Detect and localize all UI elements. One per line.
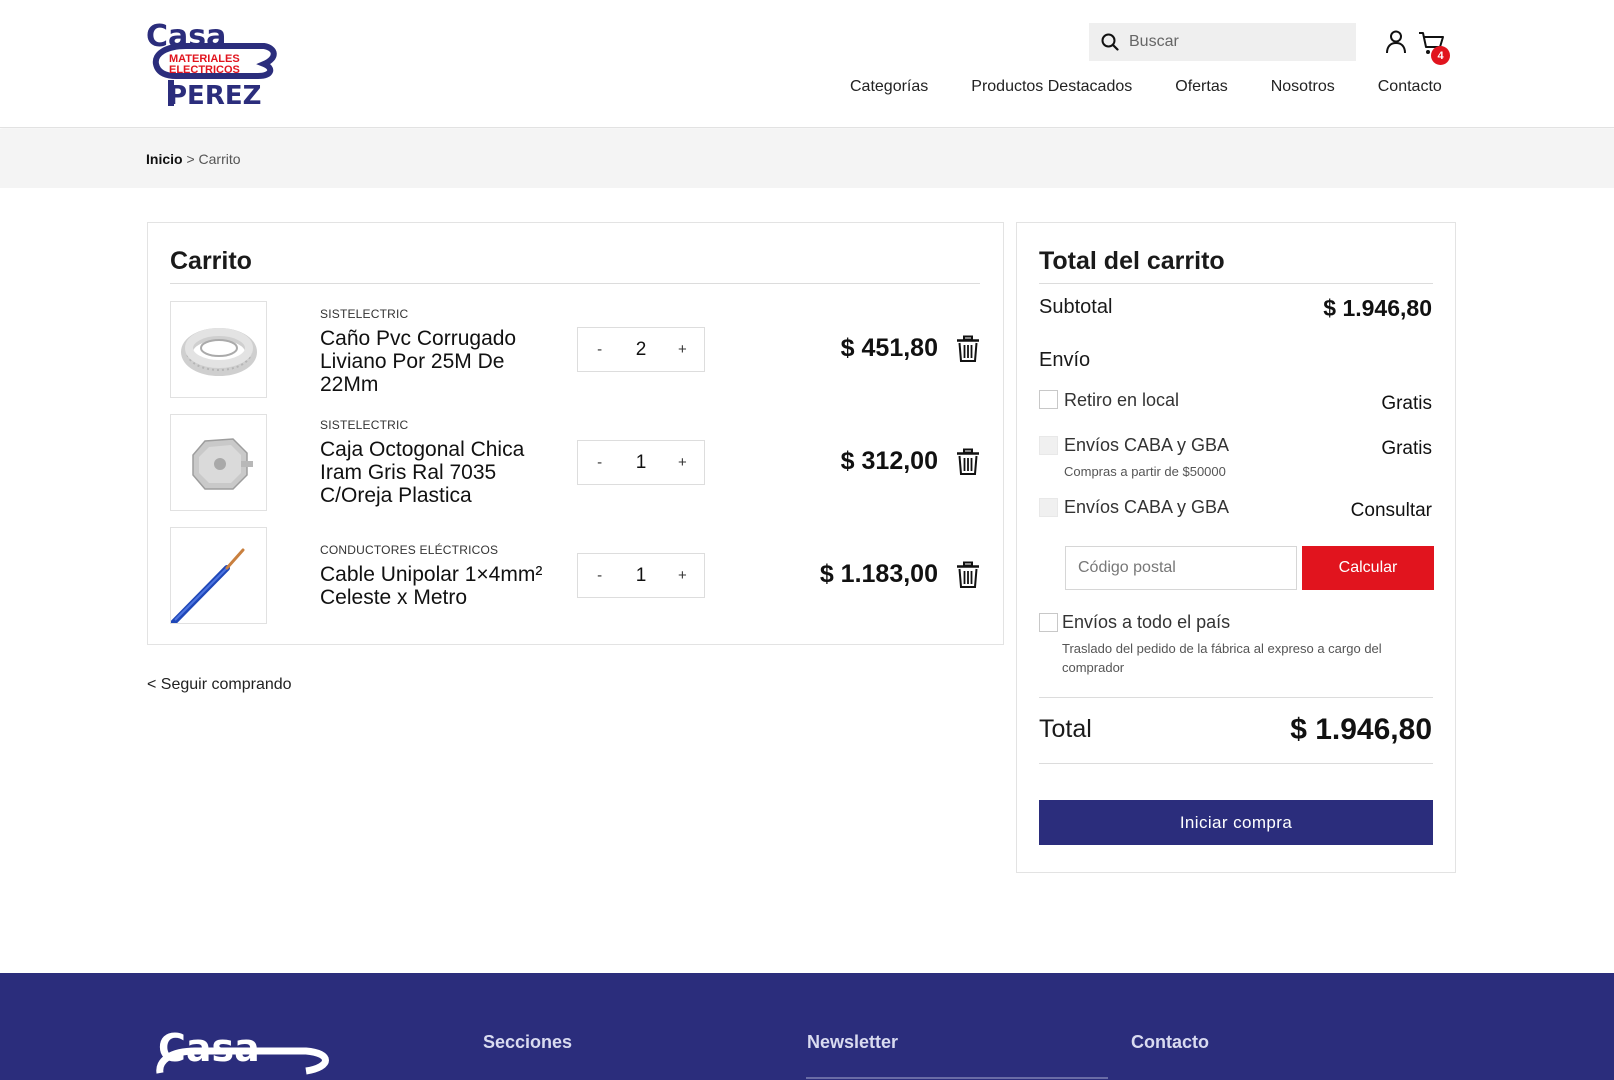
shipping-option-price: Consultar bbox=[1350, 500, 1432, 521]
nav-item-nosotros[interactable]: Nosotros bbox=[1271, 78, 1335, 100]
item-price: $ 312,00 bbox=[840, 447, 938, 475]
cart-item: CONDUCTORES ELÉCTRICOS Cable Unipolar 1×… bbox=[170, 527, 980, 625]
svg-text:ELECTRICOS: ELECTRICOS bbox=[169, 64, 240, 76]
shipping-option-label[interactable]: Envíos CABA y GBA bbox=[1064, 435, 1229, 456]
decrease-quantity-button[interactable]: - bbox=[578, 567, 621, 584]
item-name[interactable]: Cable Unipolar 1×4mm² Celeste x Metro bbox=[320, 563, 570, 609]
start-checkout-button[interactable]: Iniciar compra bbox=[1039, 800, 1433, 845]
cart-item: SISTELECTRIC Caño Pvc Corrugado Liviano … bbox=[170, 301, 980, 399]
item-name[interactable]: Caja Octogonal Chica Iram Gris Ral 7035 … bbox=[320, 438, 565, 507]
total-bottom-divider bbox=[1039, 763, 1433, 764]
increase-quantity-button[interactable]: + bbox=[661, 567, 704, 584]
calculate-shipping-button[interactable]: Calcular bbox=[1302, 546, 1434, 590]
trash-icon[interactable] bbox=[956, 561, 980, 589]
search-input[interactable] bbox=[1129, 33, 1329, 51]
item-brand: CONDUCTORES ELÉCTRICOS bbox=[320, 543, 499, 557]
decrease-quantity-button[interactable]: - bbox=[578, 341, 621, 358]
cart-panel: Carrito SISTELECTRIC Caño Pvc Corrugado … bbox=[147, 222, 1004, 645]
site-footer: Casa Secciones Newsletter Contacto bbox=[0, 973, 1614, 1080]
summary-title: Total del carrito bbox=[1039, 247, 1225, 275]
shipping-option-label[interactable]: Envíos a todo el país bbox=[1062, 612, 1230, 633]
main-nav: Categorías Productos Destacados Ofertas … bbox=[850, 78, 1442, 100]
increase-quantity-button[interactable]: + bbox=[661, 341, 704, 358]
total-value: $ 1.946,80 bbox=[1290, 713, 1432, 746]
shipping-option-note: Traslado del pedido de la fábrica al exp… bbox=[1062, 641, 1382, 675]
quantity-stepper: - 1 + bbox=[577, 553, 705, 598]
nav-item-ofertas[interactable]: Ofertas bbox=[1175, 78, 1227, 100]
logo-graphic: Casa MATERIALES ELECTRICOS PEREZ bbox=[146, 19, 277, 111]
shipping-label: Envío bbox=[1039, 349, 1091, 371]
breadcrumb-separator: > bbox=[186, 151, 195, 167]
product-image-blue-cable[interactable] bbox=[170, 527, 267, 624]
cart-item: SISTELECTRIC Caja Octogonal Chica Iram G… bbox=[170, 414, 980, 512]
subtotal-value: $ 1.946,80 bbox=[1323, 295, 1432, 321]
breadcrumb-home-link[interactable]: Inicio bbox=[146, 151, 183, 167]
subtotal-label: Subtotal bbox=[1039, 296, 1113, 318]
footer-heading-contacto: Contacto bbox=[1131, 1032, 1209, 1052]
breadcrumb-current: Carrito bbox=[198, 151, 241, 167]
svg-text:Casa: Casa bbox=[146, 19, 226, 54]
product-image-corrugated-pipe[interactable] bbox=[170, 301, 267, 398]
octagonal-box-image bbox=[192, 438, 253, 490]
cart-title: Carrito bbox=[170, 247, 252, 275]
postal-code-input[interactable] bbox=[1065, 546, 1297, 590]
footer-logo[interactable]: Casa bbox=[156, 1031, 336, 1080]
shipping-option-checkbox-todo-el-pais[interactable] bbox=[1039, 613, 1058, 632]
total-top-divider bbox=[1039, 697, 1433, 698]
breadcrumb-bar: Inicio > Carrito bbox=[0, 129, 1614, 188]
trash-icon[interactable] bbox=[956, 335, 980, 363]
user-account-icon[interactable] bbox=[1385, 29, 1407, 55]
nav-item-contacto[interactable]: Contacto bbox=[1378, 78, 1442, 100]
site-header: Casa MATERIALES ELECTRICOS PEREZ 4 Categ… bbox=[0, 0, 1614, 128]
footer-heading-secciones: Secciones bbox=[483, 1032, 573, 1052]
svg-text:PEREZ: PEREZ bbox=[168, 81, 261, 110]
newsletter-input-underline bbox=[806, 1077, 1108, 1079]
nav-item-categorias[interactable]: Categorías bbox=[850, 78, 928, 100]
svg-text:Casa: Casa bbox=[158, 1031, 260, 1070]
search-icon[interactable] bbox=[1101, 33, 1119, 51]
shipping-option-price: Gratis bbox=[1381, 393, 1432, 414]
item-name[interactable]: Caño Pvc Corrugado Liviano Por 25M De 22… bbox=[320, 327, 565, 396]
cart-summary-panel: Total del carrito Subtotal $ 1.946,80 En… bbox=[1016, 222, 1456, 873]
shipping-option-note: Compras a partir de $50000 bbox=[1064, 464, 1226, 479]
decrease-quantity-button[interactable]: - bbox=[578, 454, 621, 471]
quantity-value[interactable]: 1 bbox=[621, 565, 660, 587]
product-image-octagonal-box[interactable] bbox=[170, 414, 267, 511]
shipping-option-checkbox-caba-gba-consultar[interactable] bbox=[1039, 498, 1058, 517]
item-price: $ 451,80 bbox=[840, 334, 938, 362]
shipping-option-label[interactable]: Retiro en local bbox=[1064, 390, 1179, 411]
total-label: Total bbox=[1039, 715, 1092, 743]
quantity-value[interactable]: 2 bbox=[621, 339, 660, 361]
site-logo[interactable]: Casa MATERIALES ELECTRICOS PEREZ bbox=[146, 18, 278, 111]
item-brand: SISTELECTRIC bbox=[320, 307, 409, 321]
increase-quantity-button[interactable]: + bbox=[661, 454, 704, 471]
shipping-option-checkbox-caba-gba[interactable] bbox=[1039, 436, 1058, 455]
trash-icon[interactable] bbox=[956, 448, 980, 476]
item-brand: SISTELECTRIC bbox=[320, 418, 409, 432]
cart-title-divider bbox=[170, 283, 980, 284]
shipping-option-label[interactable]: Envíos CABA y GBA bbox=[1064, 497, 1229, 518]
continue-shopping-link[interactable]: < Seguir comprando bbox=[147, 676, 292, 694]
cart-count-badge: 4 bbox=[1431, 46, 1450, 65]
shipping-option-checkbox-retiro[interactable] bbox=[1039, 390, 1058, 409]
quantity-stepper: - 2 + bbox=[577, 327, 705, 372]
corrugated-pipe-image bbox=[181, 328, 257, 376]
footer-heading-newsletter: Newsletter bbox=[807, 1032, 899, 1052]
search-bar[interactable] bbox=[1089, 23, 1356, 61]
blue-cable-image bbox=[171, 548, 245, 623]
item-price: $ 1.183,00 bbox=[819, 560, 938, 588]
breadcrumb: Inicio > Carrito bbox=[146, 151, 241, 167]
summary-title-divider bbox=[1039, 283, 1433, 284]
quantity-stepper: - 1 + bbox=[577, 440, 705, 485]
shipping-option-price: Gratis bbox=[1381, 438, 1432, 459]
nav-item-productos-destacados[interactable]: Productos Destacados bbox=[971, 78, 1132, 100]
quantity-value[interactable]: 1 bbox=[621, 452, 660, 474]
